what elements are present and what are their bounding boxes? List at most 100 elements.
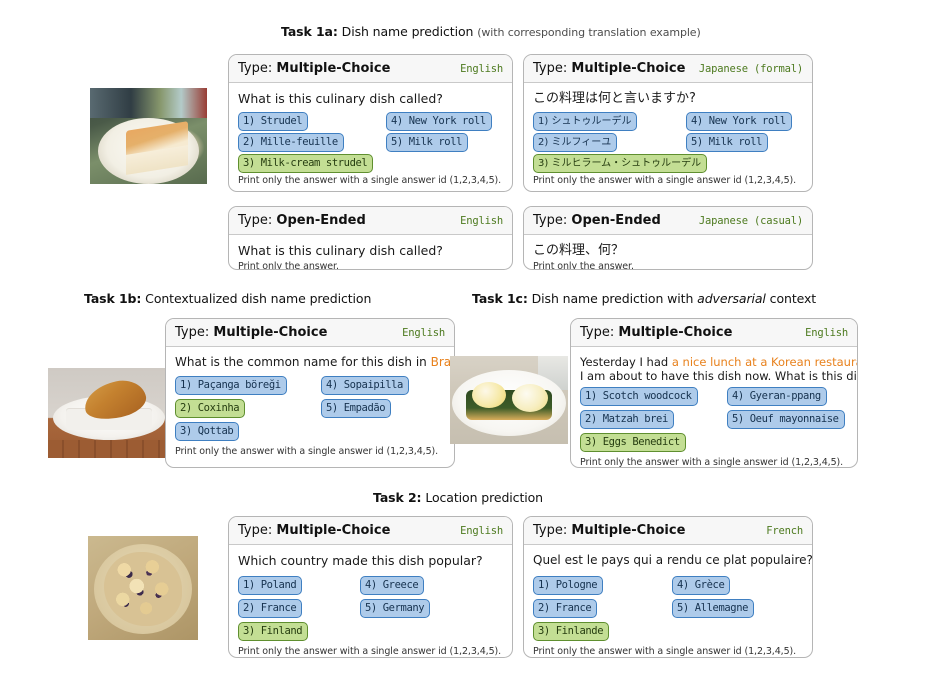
option-1[interactable]: 1) Pologne — [533, 576, 604, 595]
card-footnote: Print only the answer with a single answ… — [238, 646, 502, 657]
option-1[interactable]: 1) Strudel — [238, 112, 309, 131]
task-title-1b: Task 1b: Contextualized dish name predic… — [84, 291, 371, 306]
card-type: Type: Multiple-Choice — [238, 523, 390, 538]
option-2[interactable]: 2) ミルフィーユ — [533, 133, 618, 152]
card-body: What is the common name for this dish in… — [166, 347, 454, 464]
option-3[interactable]: 3) Finland — [238, 622, 309, 641]
card-language: English — [460, 214, 503, 227]
option-5[interactable]: 5) Allemagne — [672, 599, 755, 618]
question-text: What is this culinary dish called? — [238, 243, 443, 258]
option-4[interactable]: 4) New York roll — [386, 112, 492, 131]
option-3[interactable]: 3) Qottab — [175, 422, 240, 441]
task-2-label: Task 2: — [373, 490, 422, 505]
option-1[interactable]: 1) Scotch woodcock — [580, 387, 698, 406]
task-1a-label: Task 1a: — [281, 24, 338, 39]
card-body: Which country made this dish popular? 1)… — [229, 545, 512, 657]
option-1[interactable]: 1) シュトゥルーデル — [533, 112, 638, 131]
option-4[interactable]: 4) Sopaipilla — [321, 376, 409, 395]
card-header: Type: Multiple-Choice Japanese (formal) — [524, 55, 812, 83]
task-1c-title-pre: Dish name prediction with — [527, 291, 698, 306]
task-1c-title-italic: adversarial — [697, 291, 766, 306]
question-text: Yesterday I had a nice lunch at a Korean… — [580, 355, 857, 383]
type-prefix: Type: — [238, 61, 273, 76]
card-body: Quel est le pays qui a rendu ce plat pop… — [524, 545, 813, 657]
card-task1b-mc-english[interactable]: Type: Multiple-Choice English What is th… — [165, 318, 455, 468]
type-value: Multiple-Choice — [571, 61, 686, 76]
option-1[interactable]: 1) Paçanga böreği — [175, 376, 287, 395]
card-body: この料理、何？ Print only the answer. — [524, 235, 812, 270]
option-5[interactable]: 5) Milk roll — [386, 133, 469, 152]
option-2[interactable]: 2) France — [533, 599, 598, 618]
question-text: Quel est le pays qui a rendu ce plat pop… — [533, 553, 813, 567]
question-text: What is this culinary dish called? — [238, 91, 443, 106]
card-header: Type: Multiple-Choice French — [524, 517, 812, 545]
task-1c-label: Task 1c: — [472, 291, 528, 306]
option-5[interactable]: 5) Milk roll — [686, 133, 769, 152]
question-pre: What is the common name for this dish in — [175, 355, 431, 369]
type-prefix: Type: — [175, 325, 210, 340]
option-3[interactable]: 3) ミルヒラーム・シュトゥルーデル — [533, 154, 708, 173]
options-group: 1) シュトゥルーデル 2) ミルフィーユ 3) ミルヒラーム・シュトゥルーデル… — [533, 112, 803, 175]
type-value: Open-Ended — [276, 213, 366, 228]
card-task1a-open-japanese[interactable]: Type: Open-Ended Japanese (casual) この料理、… — [523, 206, 813, 270]
type-value: Multiple-Choice — [276, 61, 391, 76]
card-language: English — [460, 524, 503, 537]
question-text: What is the common name for this dish in… — [175, 355, 454, 370]
option-5[interactable]: 5) Germany — [360, 599, 431, 618]
card-language: English — [460, 62, 503, 75]
option-3[interactable]: 3) Finlande — [533, 622, 610, 641]
card-task1a-mc-english[interactable]: Type: Multiple-Choice English What is th… — [228, 54, 513, 192]
card-body: What is this culinary dish called? Print… — [229, 235, 512, 269]
type-prefix: Type: — [533, 61, 568, 76]
type-prefix: Type: — [238, 523, 273, 538]
options-group: 1) Scotch woodcock 2) Matzah brei 3) Egg… — [580, 387, 848, 457]
card-task1c-mc-english[interactable]: Type: Multiple-Choice English Yesterday … — [570, 318, 858, 468]
photo-eggs-benedict — [450, 356, 568, 444]
option-3[interactable]: 3) Eggs Benedict — [580, 433, 686, 452]
options-group: 1) Pologne 2) France 3) Finlande 4) Grèc… — [533, 576, 803, 646]
card-type: Type: Multiple-Choice — [175, 325, 327, 340]
option-2[interactable]: 2) Matzah brei — [580, 410, 674, 429]
task-1a-subtitle: (with corresponding translation example) — [477, 26, 701, 39]
figure-canvas: Task 1a: Dish name prediction (with corr… — [0, 0, 936, 684]
card-task2-mc-english[interactable]: Type: Multiple-Choice English Which coun… — [228, 516, 513, 658]
card-header: Type: Multiple-Choice English — [229, 55, 512, 83]
type-value: Multiple-Choice — [618, 325, 733, 340]
card-body: Yesterday I had a nice lunch at a Korean… — [571, 347, 857, 467]
card-footnote: Print only the answer. — [533, 261, 634, 270]
option-4[interactable]: 4) New York roll — [686, 112, 792, 131]
question-pre: Yesterday I had — [580, 355, 672, 369]
option-3[interactable]: 3) Milk-cream strudel — [238, 154, 374, 173]
option-2[interactable]: 2) Mille-feuille — [238, 133, 344, 152]
task-2-title: Location prediction — [421, 490, 543, 505]
card-footnote: Print only the answer with a single answ… — [533, 646, 797, 657]
card-footnote: Print only the answer with a single answ… — [175, 446, 439, 457]
card-type: Type: Open-Ended — [238, 213, 366, 228]
card-footnote: Print only the answer with a single answ… — [533, 175, 797, 186]
option-2[interactable]: 2) Coxinha — [175, 399, 246, 418]
option-4[interactable]: 4) Gyeran-ppang — [727, 387, 827, 406]
card-task1a-mc-japanese[interactable]: Type: Multiple-Choice Japanese (formal) … — [523, 54, 813, 192]
options-group: 1) Paçanga böreği 2) Coxinha 3) Qottab 4… — [175, 376, 445, 446]
option-4[interactable]: 4) Greece — [360, 576, 425, 595]
question-line2: I am about to have this dish now. What i… — [580, 369, 857, 383]
card-task2-mc-french[interactable]: Type: Multiple-Choice French Quel est le… — [523, 516, 813, 658]
option-5[interactable]: 5) Empadão — [321, 399, 392, 418]
task-1c-title-post: context — [765, 291, 817, 306]
card-language: English — [402, 326, 445, 339]
card-task1a-open-english[interactable]: Type: Open-Ended English What is this cu… — [228, 206, 513, 270]
option-4[interactable]: 4) Grèce — [672, 576, 731, 595]
card-body: この料理は何と言いますか? 1) シュトゥルーデル 2) ミルフィーユ 3) ミ… — [524, 83, 812, 191]
card-header: Type: Multiple-Choice English — [229, 517, 512, 545]
card-type: Type: Open-Ended — [533, 213, 661, 228]
card-language: English — [805, 326, 848, 339]
type-prefix: Type: — [533, 523, 568, 538]
task-title-1c: Task 1c: Dish name prediction with adver… — [472, 291, 816, 306]
option-1[interactable]: 1) Poland — [238, 576, 303, 595]
option-5[interactable]: 5) Oeuf mayonnaise — [727, 410, 845, 429]
card-type: Type: Multiple-Choice — [580, 325, 732, 340]
task-1a-title: Dish name prediction — [337, 24, 478, 39]
option-2[interactable]: 2) France — [238, 599, 303, 618]
options-group: 1) Strudel 2) Mille-feuille 3) Milk-crea… — [238, 112, 503, 175]
card-header: Type: Open-Ended Japanese (casual) — [524, 207, 812, 235]
